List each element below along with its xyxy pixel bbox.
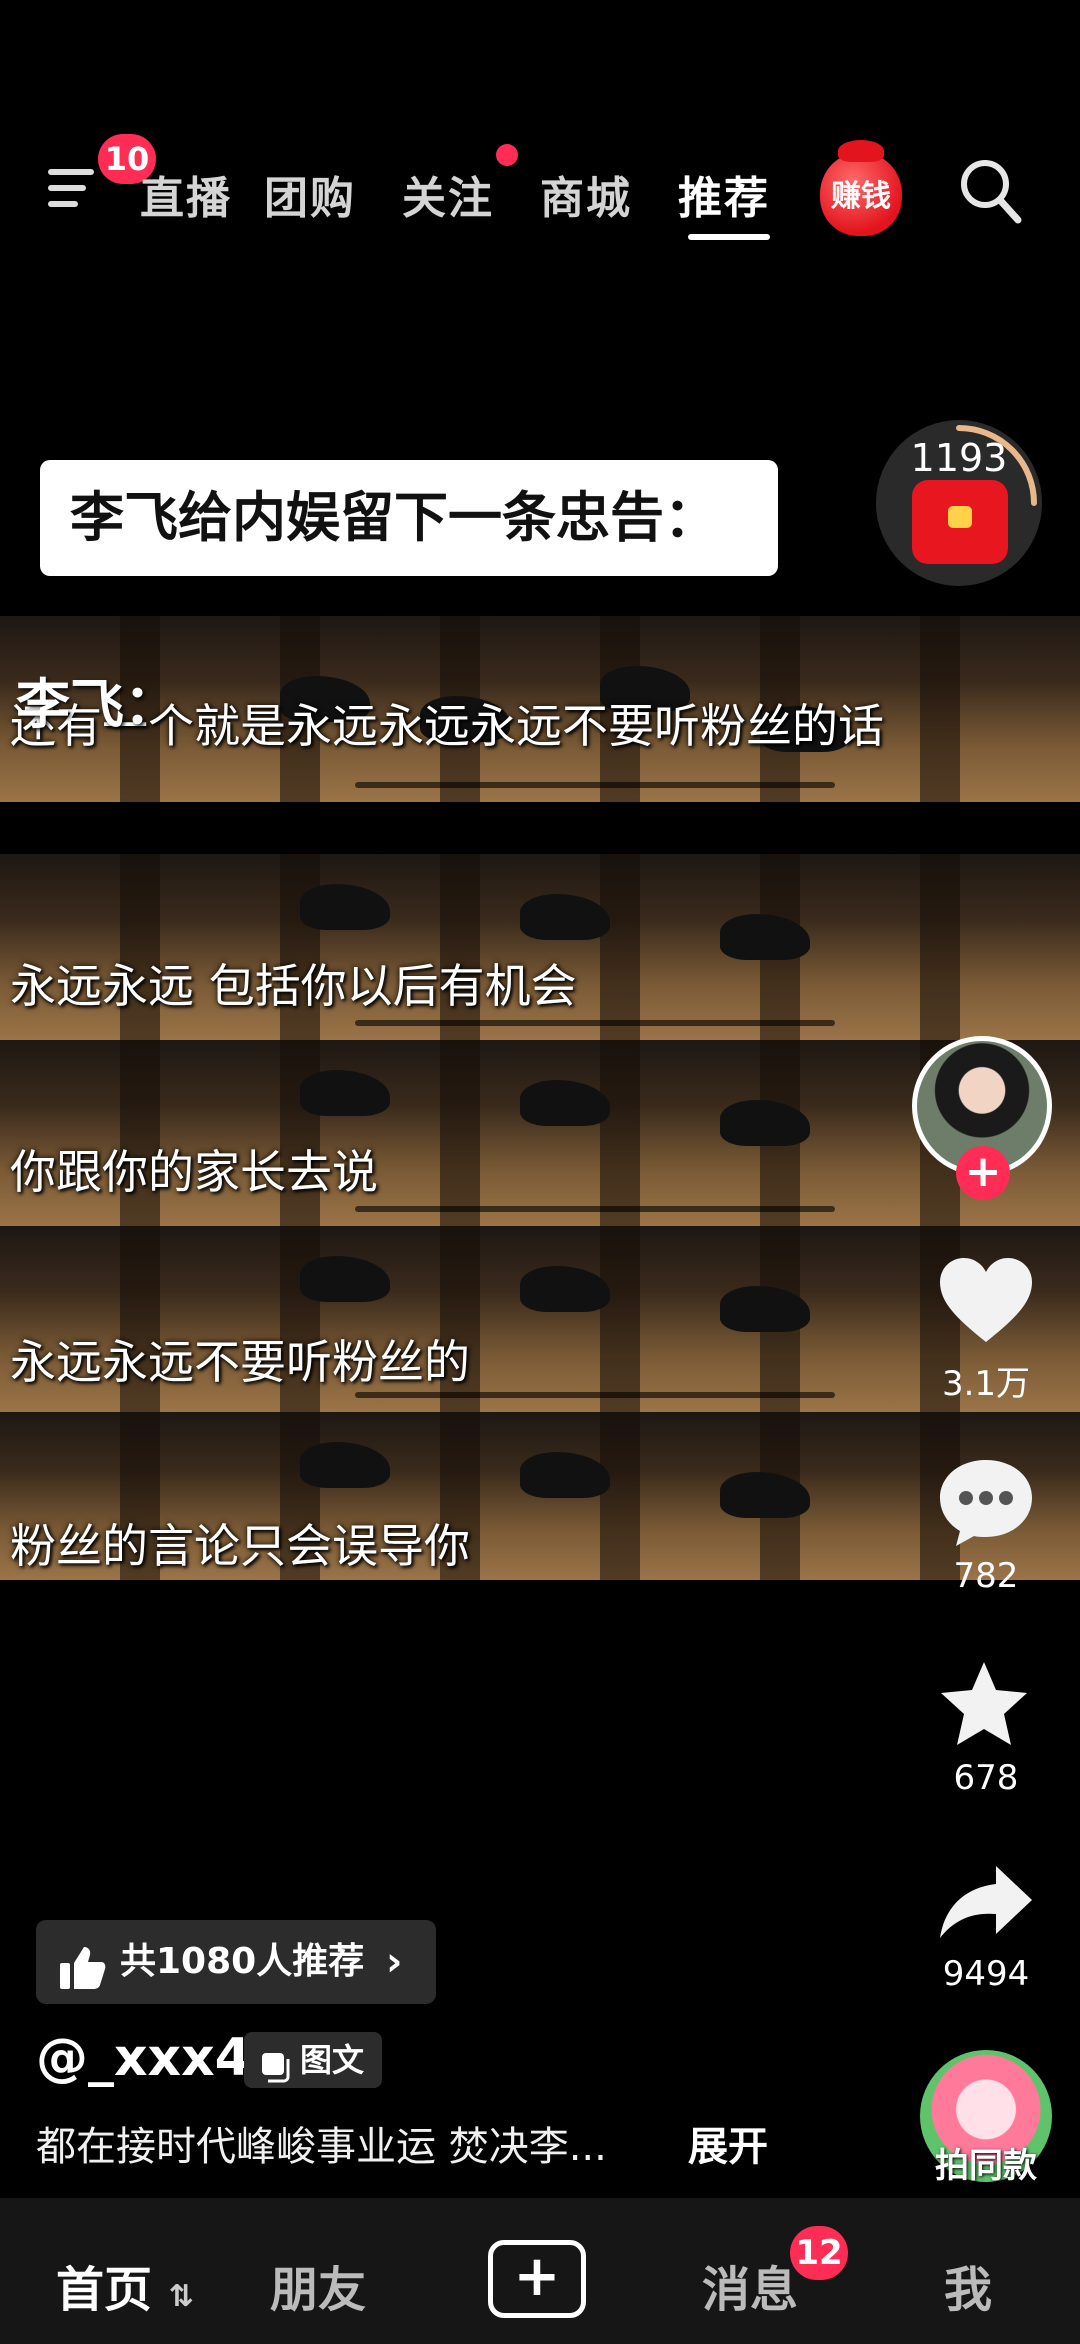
- image-text-icon: [260, 2044, 292, 2100]
- refresh-arrows-icon: ⇅: [168, 2279, 194, 2314]
- tab-live[interactable]: 直播: [140, 162, 232, 226]
- earn-label: 赚钱: [831, 179, 891, 214]
- share-count: 9494: [942, 1954, 1030, 1994]
- remix-label: 拍同款: [935, 2146, 1037, 2186]
- share-icon[interactable]: [936, 1862, 1036, 1946]
- chevron-right-icon: ›: [386, 1939, 403, 1985]
- following-dot-badge: [496, 144, 518, 166]
- messages-badge: 12: [790, 2226, 848, 2280]
- author-username[interactable]: @_xxx4: [36, 2028, 251, 2088]
- subtitle-line-4: 永远永远不要听粉丝的: [10, 1335, 470, 1389]
- post-type-tag: 图文: [244, 2032, 382, 2088]
- heart-icon[interactable]: [936, 1256, 1036, 1350]
- tab-mall[interactable]: 商城: [540, 162, 632, 226]
- thumbs-up-icon: [58, 1938, 106, 2022]
- subtitle-line-5: 粉丝的言论只会误导你: [10, 1519, 470, 1573]
- follow-plus-button[interactable]: +: [956, 1146, 1010, 1200]
- search-icon[interactable]: [958, 156, 1022, 226]
- tab-group-buy[interactable]: 团购: [264, 162, 356, 226]
- menu-icon[interactable]: [48, 165, 98, 213]
- tab-me[interactable]: 我: [944, 2250, 992, 2320]
- post-description: 都在接时代峰峻事业运 焚决李...: [36, 2124, 607, 2170]
- like-count: 3.1万: [941, 1364, 1031, 1404]
- tab-friends[interactable]: 朋友: [270, 2250, 366, 2320]
- red-envelope-icon: [912, 480, 1008, 564]
- create-post-button[interactable]: +: [488, 2240, 586, 2318]
- video-frame-2: 永远永远 包括你以后有机会: [0, 854, 1080, 1040]
- speaker-label: 李飞：: [16, 673, 178, 736]
- recommend-text: 共1080人推荐: [120, 1941, 365, 1982]
- subtitle-line-2: 永远永远 包括你以后有机会: [10, 959, 577, 1013]
- video-frame-4: 永远永远不要听粉丝的: [0, 1226, 1080, 1412]
- recommend-count-button[interactable]: 共1080人推荐 ›: [36, 1920, 436, 2004]
- timer-count: 1193: [910, 436, 1008, 480]
- favorite-count: 678: [953, 1758, 1019, 1798]
- tab-following[interactable]: 关注: [402, 162, 494, 226]
- tab-home-label: 首页: [56, 2262, 153, 2318]
- expand-button[interactable]: 展开: [688, 2114, 768, 2172]
- video-caption-title: 李飞给内娱留下一条忠告：: [40, 460, 778, 576]
- comment-count: 782: [953, 1556, 1019, 1596]
- post-type-label: 图文: [300, 2041, 365, 2079]
- tab-recommend[interactable]: 推荐: [678, 162, 770, 226]
- comment-icon[interactable]: [936, 1456, 1036, 1552]
- active-tab-indicator: [688, 234, 770, 240]
- tab-messages[interactable]: 消息: [702, 2250, 798, 2320]
- subtitle-line-3: 你跟你的家长去说: [10, 1145, 378, 1199]
- earn-money-button[interactable]: 赚钱: [820, 140, 902, 236]
- star-icon[interactable]: [936, 1658, 1032, 1754]
- tab-home[interactable]: 首页 ⇅: [56, 2250, 194, 2320]
- video-frame-5: 粉丝的言论只会误导你: [0, 1412, 1080, 1580]
